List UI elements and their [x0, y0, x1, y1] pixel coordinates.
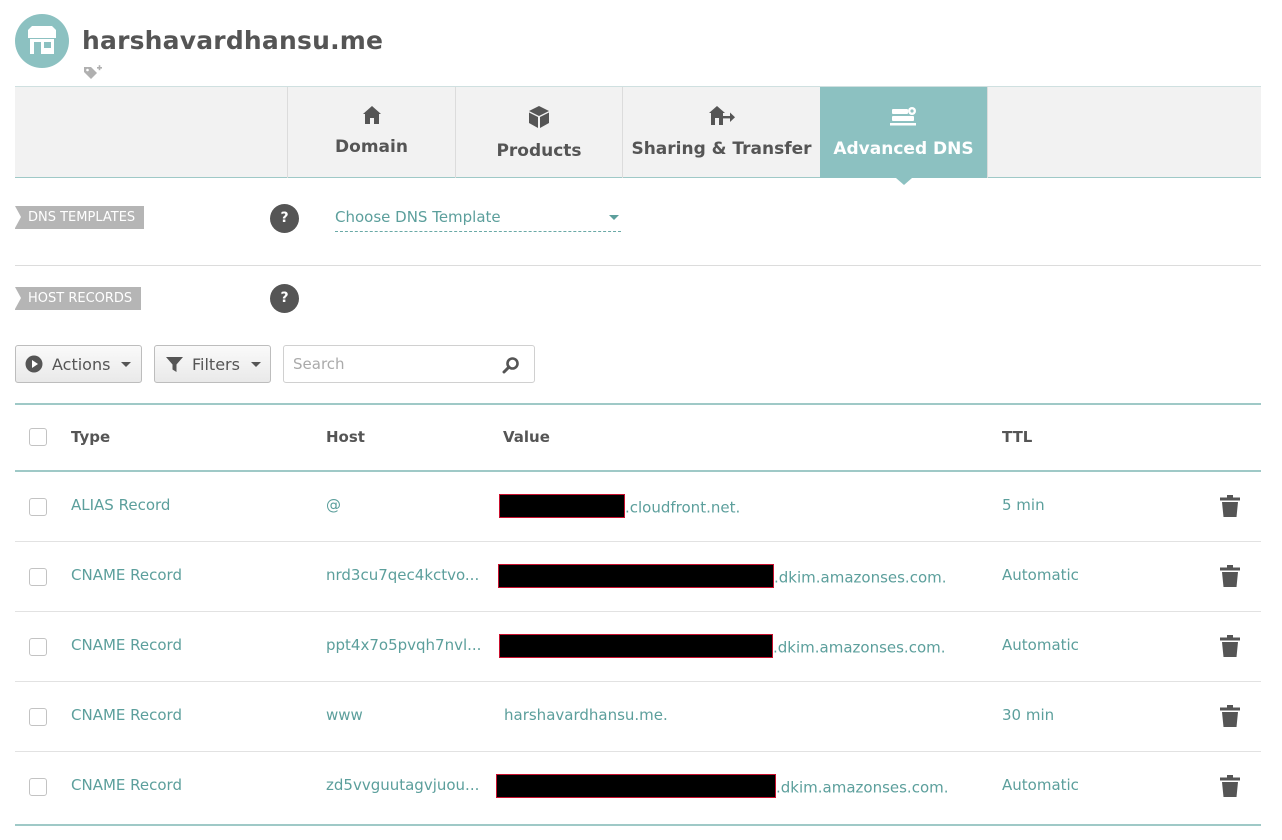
record-value[interactable]: .dkim.amazonses.com.: [498, 564, 947, 590]
record-host[interactable]: nrd3cu7qec4kctvo...: [326, 566, 479, 584]
redacted-block: [498, 564, 774, 588]
tab-domain[interactable]: Domain: [287, 87, 455, 178]
select-all-checkbox[interactable]: [29, 428, 47, 446]
column-header-host[interactable]: Host: [326, 428, 365, 446]
row-checkbox[interactable]: [29, 778, 47, 796]
tab-advanced-dns[interactable]: Advanced DNS: [820, 87, 987, 185]
chevron-down-icon: [609, 215, 619, 220]
store-icon: [28, 26, 56, 54]
filters-button[interactable]: Filters: [154, 345, 271, 383]
host-records-label: HOST RECORDS: [15, 287, 142, 310]
trash-icon[interactable]: [1220, 565, 1240, 587]
domain-tabbar: Domain Products Sharing & Transfer Advan…: [15, 86, 1261, 185]
record-ttl[interactable]: Automatic: [1002, 566, 1079, 584]
record-ttl[interactable]: Automatic: [1002, 776, 1079, 794]
column-header-type[interactable]: Type: [71, 428, 110, 446]
table-row: ALIAS Record @ .cloudfront.net. 5 min: [15, 472, 1261, 542]
record-host[interactable]: zd5vvguutagvjuou...: [326, 776, 479, 794]
trash-icon[interactable]: [1220, 775, 1240, 797]
column-header-ttl[interactable]: TTL: [1002, 428, 1032, 446]
tab-divider: [987, 87, 988, 178]
tab-products[interactable]: Products: [455, 87, 622, 178]
tab-sharing-transfer[interactable]: Sharing & Transfer: [622, 87, 820, 178]
search-input[interactable]: [293, 347, 493, 381]
section-divider: [15, 265, 1261, 266]
record-type[interactable]: CNAME Record: [71, 776, 182, 794]
dns-server-icon: [889, 107, 916, 126]
trash-icon[interactable]: [1220, 495, 1240, 517]
host-records-help-button[interactable]: ?: [270, 284, 299, 313]
table-row: CNAME Record zd5vvguutagvjuou... .dkim.a…: [15, 752, 1261, 822]
row-checkbox[interactable]: [29, 708, 47, 726]
record-host[interactable]: @: [326, 496, 341, 514]
record-type[interactable]: ALIAS Record: [71, 496, 170, 514]
record-type[interactable]: CNAME Record: [71, 636, 182, 654]
play-circle-icon: [25, 355, 43, 373]
record-value[interactable]: .dkim.amazonses.com.: [496, 774, 949, 800]
record-host[interactable]: www: [326, 706, 363, 724]
record-value-suffix: .dkim.amazonses.com.: [773, 638, 946, 657]
chevron-down-icon: [250, 361, 261, 367]
dns-templates-label: DNS TEMPLATES: [15, 206, 145, 229]
redacted-block: [496, 774, 776, 798]
tab-label: Domain: [335, 137, 408, 157]
record-value[interactable]: .cloudfront.net.: [499, 494, 741, 520]
filters-label: Filters: [192, 354, 240, 374]
row-checkbox[interactable]: [29, 568, 47, 586]
house-icon: [362, 106, 381, 124]
dns-templates-help-button[interactable]: ?: [270, 204, 299, 233]
box-icon: [529, 106, 549, 128]
record-ttl[interactable]: 30 min: [1002, 706, 1054, 724]
trash-icon[interactable]: [1220, 705, 1240, 727]
redacted-block: [499, 494, 625, 518]
house-transfer-icon: [708, 106, 735, 125]
tab-label: Products: [496, 141, 582, 161]
record-ttl[interactable]: 5 min: [1002, 496, 1045, 514]
dns-template-select[interactable]: Choose DNS Template: [335, 206, 621, 232]
filter-icon: [166, 356, 183, 372]
record-value-suffix: .cloudfront.net.: [625, 498, 741, 517]
table-bottom-border: [15, 824, 1261, 826]
search-icon[interactable]: [502, 356, 520, 374]
record-value[interactable]: harshavardhansu.me.: [504, 706, 668, 724]
actions-button[interactable]: Actions: [15, 345, 142, 383]
table-row: CNAME Record nrd3cu7qec4kctvo... .dkim.a…: [15, 542, 1261, 612]
actions-label: Actions: [52, 354, 111, 374]
search-box: [283, 345, 535, 383]
record-type[interactable]: CNAME Record: [71, 706, 182, 724]
column-header-value[interactable]: Value: [503, 428, 550, 446]
domain-title: harshavardhansu.me: [82, 26, 384, 55]
record-ttl[interactable]: Automatic: [1002, 636, 1079, 654]
tab-label: Advanced DNS: [833, 139, 974, 159]
trash-icon[interactable]: [1220, 635, 1240, 657]
record-value[interactable]: .dkim.amazonses.com.: [499, 634, 946, 660]
table-row: CNAME Record www harshavardhansu.me. 30 …: [15, 682, 1261, 752]
record-value-suffix: .dkim.amazonses.com.: [776, 778, 949, 797]
table-top-border: [15, 403, 1261, 405]
record-type[interactable]: CNAME Record: [71, 566, 182, 584]
store-avatar: [15, 14, 69, 68]
record-value-suffix: .dkim.amazonses.com.: [774, 568, 947, 587]
row-checkbox[interactable]: [29, 638, 47, 656]
redacted-block: [499, 634, 773, 658]
row-checkbox[interactable]: [29, 498, 47, 516]
chevron-down-icon: [121, 361, 132, 367]
dns-template-select-value: Choose DNS Template: [335, 208, 501, 226]
record-host[interactable]: ppt4x7o5pvqh7nvl...: [326, 636, 481, 654]
tab-label: Sharing & Transfer: [631, 139, 812, 159]
table-row: CNAME Record ppt4x7o5pvqh7nvl... .dkim.a…: [15, 612, 1261, 682]
add-tag-icon[interactable]: [83, 64, 103, 80]
